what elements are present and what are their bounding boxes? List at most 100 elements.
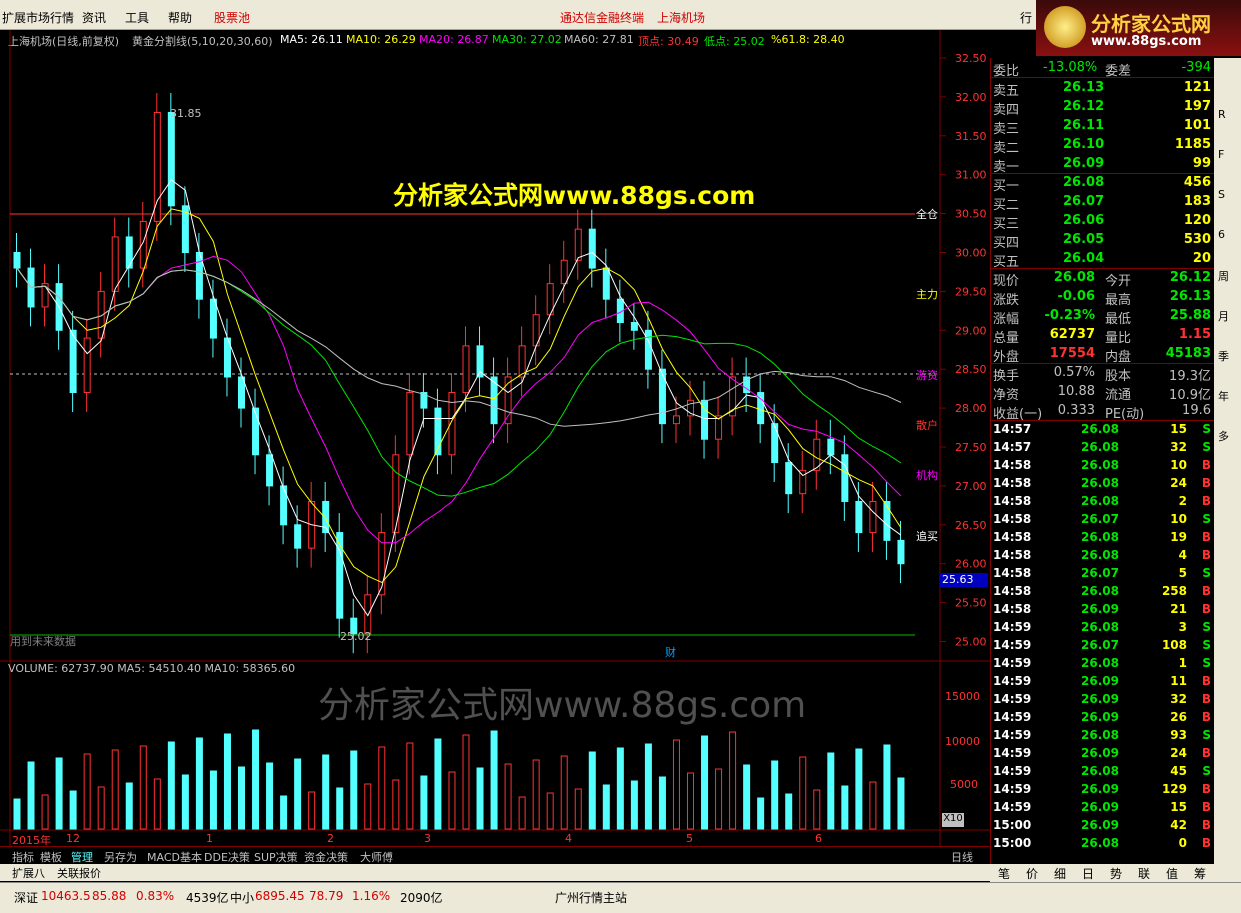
- tick-price: 26.09: [1081, 692, 1119, 706]
- sell-label: 卖四: [993, 103, 1020, 118]
- tick-price: 26.09: [1081, 710, 1119, 724]
- tick-side: B: [1201, 530, 1211, 544]
- tick-time: 14:59: [993, 764, 1032, 778]
- tab-sup[interactable]: SUP决策: [254, 849, 298, 865]
- price-tick-label: 32.00: [955, 91, 987, 104]
- volume-bar: [139, 745, 147, 830]
- side-strip-item[interactable]: S: [1218, 188, 1225, 201]
- buy-price: 26.05: [1063, 232, 1105, 247]
- candle-body: [630, 322, 638, 331]
- candle-body: [153, 111, 161, 222]
- tick-volume: 4: [1178, 548, 1187, 562]
- quote-tab[interactable]: 日: [1082, 865, 1094, 882]
- tick-side: S: [1202, 764, 1211, 778]
- quote-tab[interactable]: 势: [1110, 865, 1122, 882]
- stat-value: 45183: [1165, 346, 1211, 361]
- side-strip-item[interactable]: 6: [1218, 228, 1225, 241]
- quote-tab[interactable]: 细: [1054, 865, 1066, 882]
- tab-macd[interactable]: MACD基本: [147, 849, 202, 865]
- server-station[interactable]: 广州行情主站: [555, 889, 627, 906]
- indicator-tabs: 指标 模板 管理 另存为 MACD基本 DDE决策 SUP决策 资金决策 大师傅…: [0, 846, 990, 878]
- volume-bar: [757, 797, 765, 830]
- tick-side: S: [1202, 422, 1211, 436]
- candle-body: [827, 438, 835, 456]
- quote-tab[interactable]: 笔: [998, 865, 1010, 882]
- quote-tab[interactable]: 值: [1166, 865, 1178, 882]
- tick-time: 14:57: [993, 422, 1032, 436]
- price-tick-label: 28.00: [955, 402, 987, 415]
- side-strip-item[interactable]: 多: [1218, 428, 1229, 444]
- period-label[interactable]: 日线: [951, 849, 973, 865]
- stat-row: 涨幅 -0.23% 最低 25.88: [991, 307, 1215, 327]
- menu-right[interactable]: 行: [1020, 9, 1032, 26]
- ma-line: [16, 267, 902, 497]
- candle-body: [462, 345, 470, 394]
- quote-tab[interactable]: 联: [1138, 865, 1150, 882]
- tick-volume: 21: [1170, 602, 1187, 616]
- menu-market[interactable]: 扩展市场行情: [2, 9, 74, 26]
- price-axis-group: 32.50 32.00 31.50 31.00 30.50 30.00 29.50 29.00…: [940, 52, 987, 649]
- tab-fund[interactable]: 资金决策: [304, 849, 348, 865]
- tab-ext8[interactable]: 扩展八: [12, 865, 45, 881]
- tab-template[interactable]: 模板: [40, 849, 62, 865]
- menu-help[interactable]: 帮助: [168, 9, 192, 26]
- candle-body: [644, 329, 652, 370]
- sz-value: 10463.5: [41, 889, 91, 903]
- quote-tab[interactable]: 筹: [1194, 865, 1206, 882]
- quote-tab[interactable]: 价: [1026, 865, 1038, 882]
- menu-stock-pool[interactable]: 股票池: [214, 9, 250, 26]
- side-strip-item[interactable]: 季: [1218, 348, 1229, 364]
- tick-side: B: [1201, 692, 1211, 706]
- tab-manage[interactable]: 管理: [71, 849, 93, 865]
- side-strip-item[interactable]: 月: [1218, 308, 1229, 324]
- tick-side: B: [1201, 602, 1211, 616]
- buy-price: 26.08: [1063, 175, 1105, 190]
- tab-master[interactable]: 大师傅: [360, 849, 393, 865]
- tab-indicator[interactable]: 指标: [12, 849, 34, 865]
- weibi-value: -13.08%: [1043, 60, 1098, 75]
- tick-time: 14:59: [993, 782, 1032, 796]
- tab-dde[interactable]: DDE决策: [204, 849, 250, 865]
- tick-volume: 26: [1170, 710, 1187, 724]
- candle-body: [364, 594, 372, 635]
- tick-row: 14:59 26.09 32 B: [991, 691, 1215, 709]
- menu-news[interactable]: 资讯: [82, 9, 106, 26]
- tick-price: 26.08: [1081, 836, 1119, 850]
- side-strip-item[interactable]: 周: [1218, 268, 1229, 284]
- volume-bar: [462, 734, 470, 830]
- fund-label: 收益(一): [993, 407, 1043, 422]
- date-12: 12: [66, 832, 80, 845]
- tick-side: S: [1202, 620, 1211, 634]
- price-tick-label: 27.50: [955, 441, 987, 454]
- stat-label: 最高: [1105, 293, 1132, 308]
- tick-volume: 108: [1161, 638, 1187, 652]
- tab-related[interactable]: 关联报价: [57, 865, 101, 881]
- vol-unit[interactable]: X10: [942, 813, 964, 827]
- tick-volume: 32: [1170, 440, 1187, 454]
- date-3: 3: [424, 832, 431, 845]
- tab-saveas[interactable]: 另存为: [104, 849, 137, 865]
- stat-value: 26.13: [1169, 289, 1211, 304]
- tick-time: 14:59: [993, 692, 1032, 706]
- tick-volume: 24: [1170, 746, 1187, 760]
- watermark-volume: 分析家公式网www.88gs.com: [318, 685, 807, 726]
- stat-value: 62737: [1049, 327, 1095, 342]
- side-strip-item[interactable]: R: [1218, 108, 1226, 121]
- stat-value: 25.88: [1169, 308, 1211, 323]
- stat-label: 最低: [1105, 312, 1132, 327]
- buy-row: 买四 26.05 530: [991, 231, 1215, 251]
- kline-chart[interactable]: 上海机场(日线,前复权) 黄金分割线(5,10,20,30,60) MA5: 2…: [0, 30, 990, 847]
- volume-bar: [69, 790, 77, 830]
- stat-value: -0.06: [1057, 289, 1095, 304]
- cai-marker[interactable]: 财: [665, 644, 676, 660]
- side-strip-item[interactable]: F: [1218, 148, 1224, 161]
- candle-body: [897, 539, 905, 565]
- stat-label: 总量: [993, 331, 1020, 346]
- candle-body: [294, 524, 302, 549]
- side-strip-item[interactable]: 年: [1218, 388, 1229, 404]
- volume-bar: [841, 785, 849, 830]
- sell-row: 卖二 26.10 1185: [991, 136, 1215, 156]
- tick-side: B: [1201, 746, 1211, 760]
- menu-tools[interactable]: 工具: [125, 9, 149, 26]
- tick-price: 26.08: [1081, 584, 1119, 598]
